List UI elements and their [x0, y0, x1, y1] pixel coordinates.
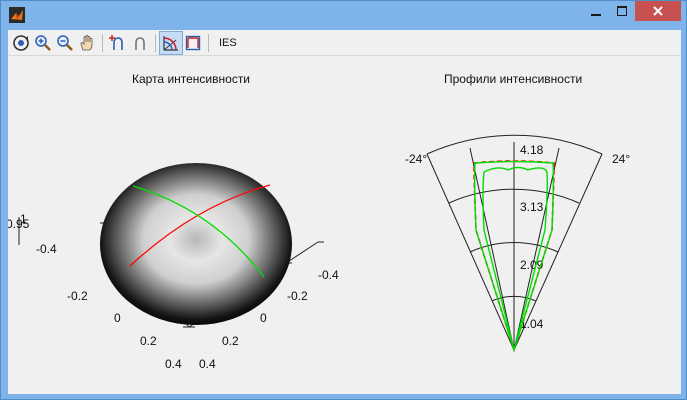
axis2-tick-label: -0.2	[287, 289, 308, 303]
axis1-tick-label: 0.4	[165, 357, 182, 371]
right-plot-title: Профили интенсивности	[444, 72, 583, 86]
zoom-in-icon	[35, 34, 51, 51]
pan-hand-icon	[80, 34, 93, 50]
axis1-tick-label: -0.2	[67, 289, 88, 303]
zoom-out-button[interactable]	[54, 32, 76, 54]
maximize-icon	[617, 6, 627, 16]
minimize-button[interactable]	[583, 1, 609, 21]
data-cursor-off-icon	[135, 36, 145, 50]
polar-plot-icon	[163, 35, 178, 51]
toolbar-separator	[155, 33, 156, 52]
cartesian-plot-icon	[185, 35, 201, 50]
maximize-button[interactable]	[609, 1, 635, 21]
cartesian-plot-button[interactable]	[182, 32, 204, 54]
intensity-map-plot[interactable]: 1 0.95 -0.4 -0.2 0 0.2 0.4 0.4 0.2 0 -0.…	[8, 90, 348, 394]
title-bar[interactable]	[1, 1, 686, 29]
axis2-tick-label: -0.4	[318, 268, 339, 282]
left-plot-title: Карта интенсивности	[132, 72, 251, 86]
ies-button[interactable]: IES	[219, 37, 237, 49]
rotate-3d-icon	[13, 34, 29, 51]
matlab-app-icon	[9, 7, 25, 23]
zoom-out-icon	[57, 34, 73, 51]
data-cursor-icon	[109, 34, 123, 50]
axis1-tick-label: -0.4	[36, 242, 57, 256]
z-tick-label: 0.95	[8, 217, 30, 231]
radial-tick-label: 3.13	[520, 200, 544, 214]
close-button[interactable]	[635, 1, 681, 21]
minimize-icon	[591, 14, 601, 16]
toolbar-separator	[102, 33, 103, 52]
data-cursor-button[interactable]	[107, 32, 129, 54]
figure-client-area: IES Карта интенсивности 1 0.95 -0.4 -0.2…	[8, 30, 681, 394]
angle-label-left: -24°	[405, 152, 427, 166]
intensity-profiles-polar-plot[interactable]: -24° 24° 4.18 3.13 2.09 1.04	[348, 90, 681, 394]
pan-button[interactable]	[76, 32, 98, 54]
figure-toolbar: IES	[8, 30, 681, 56]
rotate-3d-button[interactable]	[10, 32, 32, 54]
axis2-tick-label: 0.2	[222, 334, 239, 348]
toolbar-separator	[208, 33, 209, 52]
axis2-tick-label: 0	[260, 311, 267, 325]
axis1-tick-label: 0	[114, 311, 121, 325]
polar-plot-button[interactable]	[159, 30, 183, 55]
zoom-in-button[interactable]	[32, 32, 54, 54]
axis2-tick-label: 0.4	[199, 357, 216, 371]
close-icon	[653, 6, 663, 16]
data-cursor-off-button[interactable]	[129, 32, 151, 54]
radial-tick-label: 4.18	[520, 143, 544, 157]
app-window: IES Карта интенсивности 1 0.95 -0.4 -0.2…	[0, 0, 687, 400]
angle-label-right: 24°	[612, 152, 630, 166]
axis1-tick-label: 0.2	[140, 334, 157, 348]
